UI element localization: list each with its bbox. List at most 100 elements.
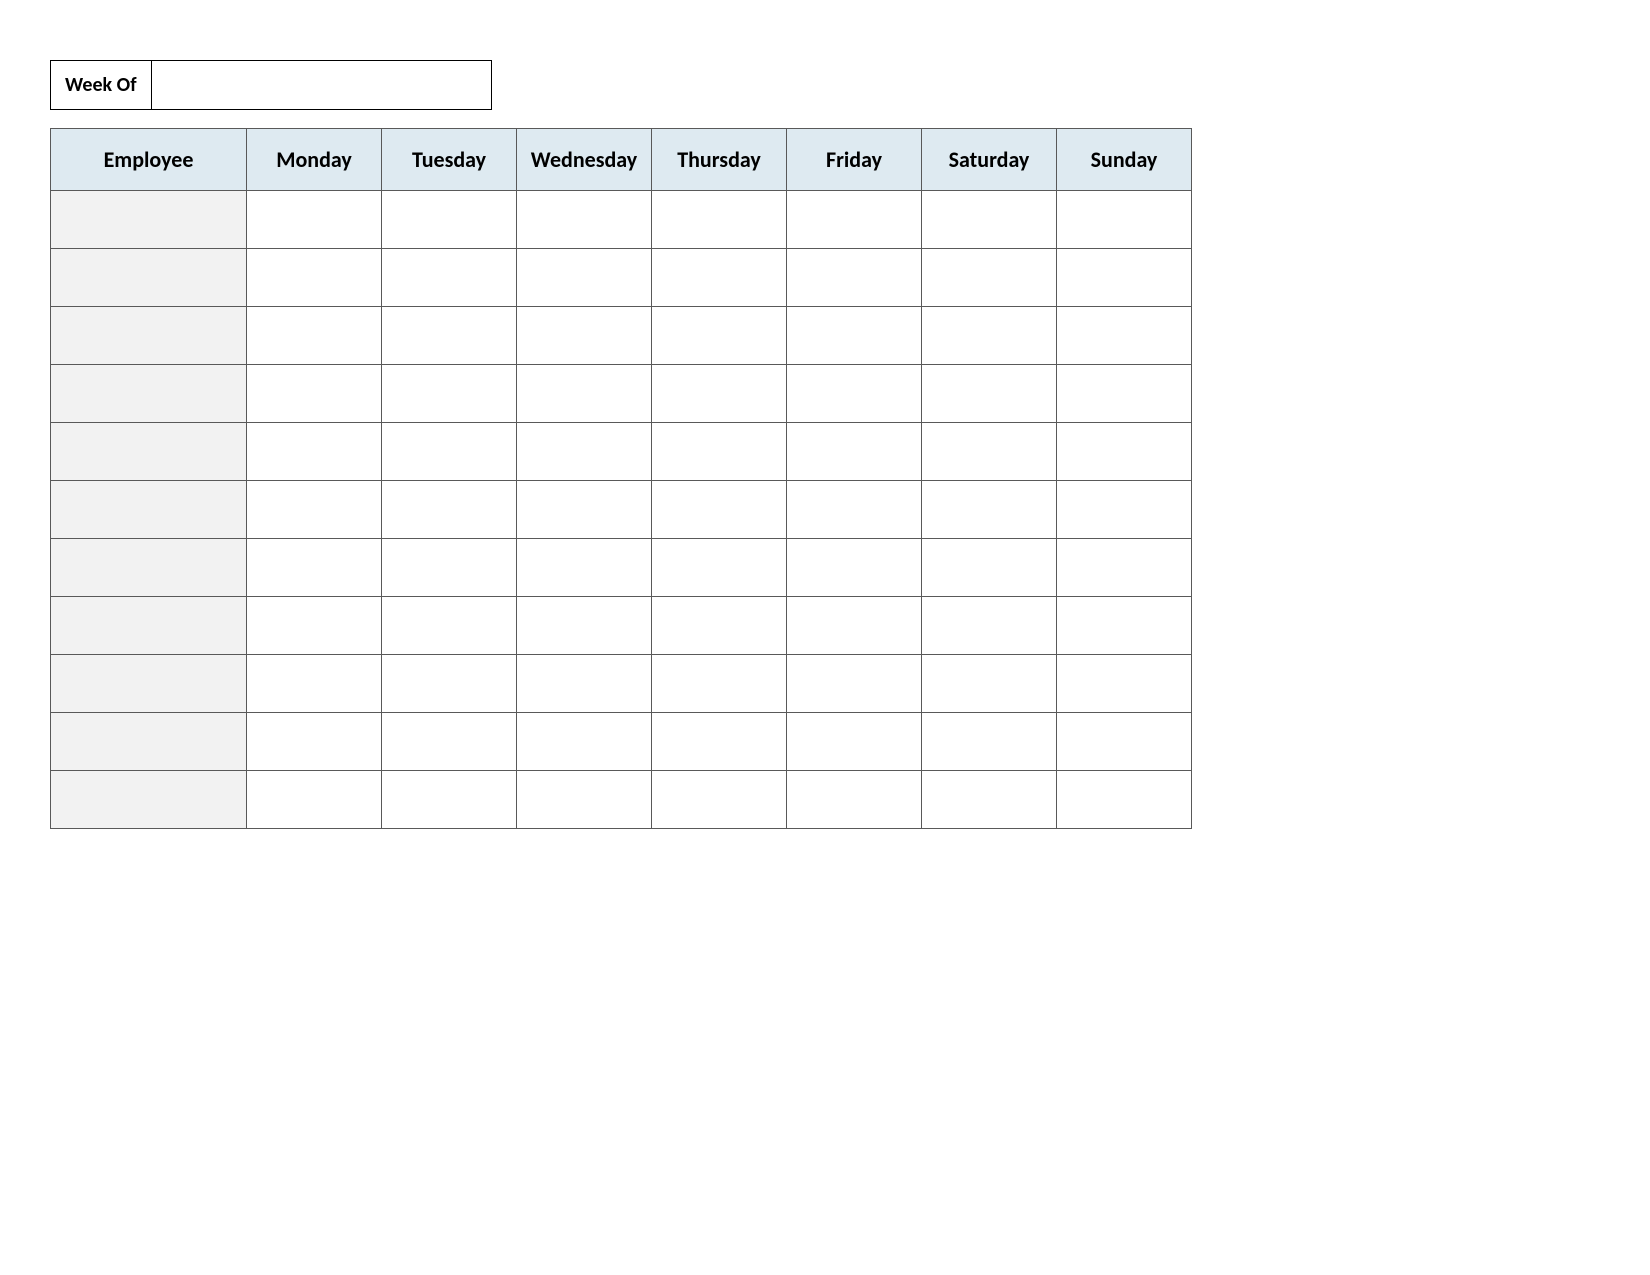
table-row	[51, 249, 1192, 307]
day-cell[interactable]	[1057, 365, 1192, 423]
day-cell[interactable]	[247, 365, 382, 423]
day-cell[interactable]	[922, 713, 1057, 771]
employee-cell[interactable]	[51, 713, 247, 771]
day-cell[interactable]	[517, 365, 652, 423]
day-cell[interactable]	[517, 249, 652, 307]
day-cell[interactable]	[652, 655, 787, 713]
day-cell[interactable]	[1057, 539, 1192, 597]
day-cell[interactable]	[922, 307, 1057, 365]
day-cell[interactable]	[787, 365, 922, 423]
day-header-sunday: Sunday	[1057, 129, 1192, 191]
employee-cell[interactable]	[51, 191, 247, 249]
day-cell[interactable]	[517, 655, 652, 713]
day-cell[interactable]	[382, 771, 517, 829]
table-row	[51, 307, 1192, 365]
day-cell[interactable]	[787, 655, 922, 713]
day-cell[interactable]	[922, 249, 1057, 307]
day-cell[interactable]	[382, 539, 517, 597]
employee-cell[interactable]	[51, 771, 247, 829]
day-cell[interactable]	[787, 539, 922, 597]
day-cell[interactable]	[1057, 249, 1192, 307]
employee-cell[interactable]	[51, 539, 247, 597]
day-cell[interactable]	[787, 191, 922, 249]
day-cell[interactable]	[517, 771, 652, 829]
day-cell[interactable]	[382, 655, 517, 713]
day-cell[interactable]	[787, 597, 922, 655]
employee-cell[interactable]	[51, 423, 247, 481]
day-cell[interactable]	[652, 539, 787, 597]
day-cell[interactable]	[247, 597, 382, 655]
day-cell[interactable]	[1057, 481, 1192, 539]
day-cell[interactable]	[1057, 713, 1192, 771]
day-cell[interactable]	[787, 423, 922, 481]
employee-cell[interactable]	[51, 481, 247, 539]
day-cell[interactable]	[247, 249, 382, 307]
employee-cell[interactable]	[51, 597, 247, 655]
employee-cell[interactable]	[51, 365, 247, 423]
table-row	[51, 713, 1192, 771]
day-cell[interactable]	[382, 481, 517, 539]
day-cell[interactable]	[517, 191, 652, 249]
day-cell[interactable]	[787, 713, 922, 771]
day-cell[interactable]	[652, 249, 787, 307]
day-cell[interactable]	[652, 597, 787, 655]
day-cell[interactable]	[652, 713, 787, 771]
day-cell[interactable]	[652, 191, 787, 249]
day-cell[interactable]	[382, 307, 517, 365]
day-cell[interactable]	[382, 365, 517, 423]
day-cell[interactable]	[922, 423, 1057, 481]
day-cell[interactable]	[922, 597, 1057, 655]
day-cell[interactable]	[922, 365, 1057, 423]
week-of-container: Week Of	[50, 60, 1600, 110]
day-cell[interactable]	[922, 191, 1057, 249]
day-cell[interactable]	[922, 771, 1057, 829]
day-cell[interactable]	[922, 655, 1057, 713]
day-cell[interactable]	[1057, 423, 1192, 481]
table-row	[51, 597, 1192, 655]
day-cell[interactable]	[517, 423, 652, 481]
day-cell[interactable]	[517, 539, 652, 597]
day-cell[interactable]	[1057, 597, 1192, 655]
day-cell[interactable]	[1057, 655, 1192, 713]
day-cell[interactable]	[787, 249, 922, 307]
day-cell[interactable]	[247, 307, 382, 365]
day-cell[interactable]	[787, 771, 922, 829]
schedule-table: Employee Monday Tuesday Wednesday Thursd…	[50, 128, 1192, 829]
day-cell[interactable]	[517, 597, 652, 655]
day-cell[interactable]	[247, 423, 382, 481]
day-cell[interactable]	[247, 655, 382, 713]
day-cell[interactable]	[517, 481, 652, 539]
day-cell[interactable]	[652, 481, 787, 539]
day-cell[interactable]	[382, 423, 517, 481]
day-cell[interactable]	[1057, 191, 1192, 249]
employee-cell[interactable]	[51, 307, 247, 365]
day-cell[interactable]	[652, 771, 787, 829]
day-cell[interactable]	[382, 191, 517, 249]
day-header-tuesday: Tuesday	[382, 129, 517, 191]
day-cell[interactable]	[652, 365, 787, 423]
day-cell[interactable]	[787, 307, 922, 365]
day-cell[interactable]	[922, 481, 1057, 539]
day-cell[interactable]	[1057, 307, 1192, 365]
day-cell[interactable]	[247, 713, 382, 771]
table-row	[51, 539, 1192, 597]
day-cell[interactable]	[787, 481, 922, 539]
day-cell[interactable]	[247, 191, 382, 249]
day-cell[interactable]	[652, 307, 787, 365]
day-cell[interactable]	[517, 713, 652, 771]
day-cell[interactable]	[247, 539, 382, 597]
day-cell[interactable]	[382, 713, 517, 771]
day-cell[interactable]	[382, 597, 517, 655]
day-cell[interactable]	[1057, 771, 1192, 829]
day-cell[interactable]	[247, 771, 382, 829]
employee-cell[interactable]	[51, 655, 247, 713]
day-cell[interactable]	[652, 423, 787, 481]
day-cell[interactable]	[382, 249, 517, 307]
day-cell[interactable]	[517, 307, 652, 365]
employee-cell[interactable]	[51, 249, 247, 307]
day-header-thursday: Thursday	[652, 129, 787, 191]
day-cell[interactable]	[922, 539, 1057, 597]
day-cell[interactable]	[247, 481, 382, 539]
day-header-friday: Friday	[787, 129, 922, 191]
week-of-input[interactable]	[152, 60, 492, 110]
